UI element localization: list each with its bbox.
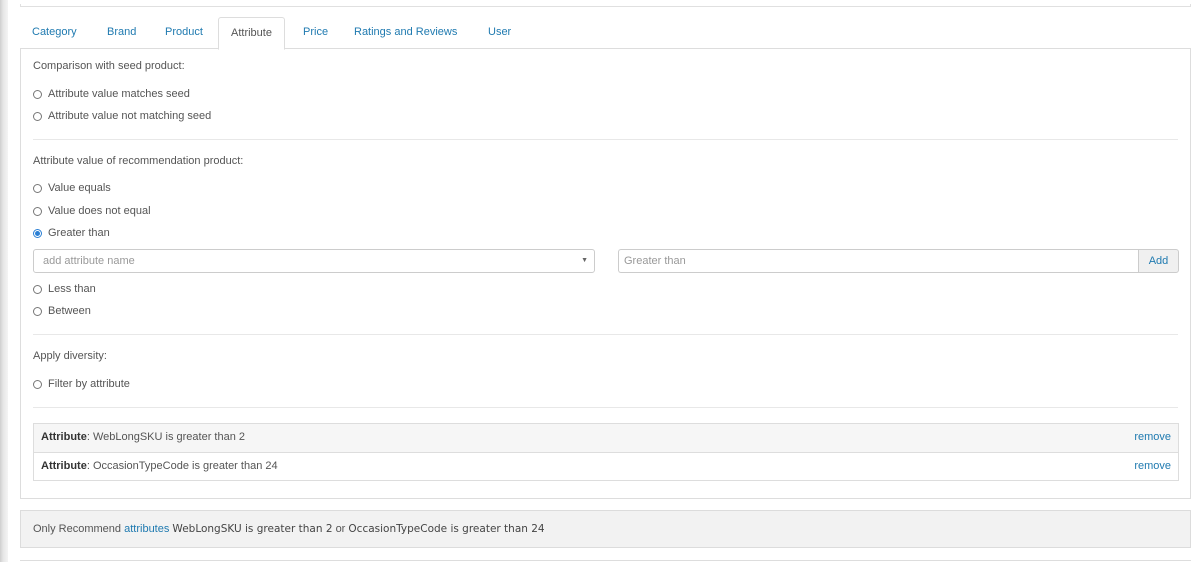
remove-link[interactable]: remove (1134, 424, 1171, 451)
radio-attribute-not-matching-seed[interactable]: Attribute value not matching seed (33, 108, 211, 124)
radio-button[interactable] (33, 206, 42, 216)
tab-user[interactable]: User (476, 17, 523, 49)
rule-type-label: Attribute (41, 431, 87, 443)
diversity-heading: Apply diversity: (33, 350, 107, 362)
section-divider (33, 334, 1178, 335)
recommendation-summary: Only Recommend attributes WebLongSKU is … (20, 510, 1191, 548)
summary-joiner: or (335, 523, 346, 535)
radio-between[interactable]: Between (33, 303, 91, 319)
radio-value-not-equal[interactable]: Value does not equal (33, 203, 151, 219)
rule-type-label: Attribute (41, 460, 87, 472)
tab-ratings-and-reviews[interactable]: Ratings and Reviews (342, 17, 469, 49)
radio-button[interactable] (33, 111, 42, 121)
tab-brand[interactable]: Brand (95, 17, 148, 49)
radio-attribute-matches-seed[interactable]: Attribute value matches seed (33, 86, 190, 102)
radio-button[interactable] (33, 89, 42, 99)
radio-value-equals[interactable]: Value equals (33, 180, 111, 196)
radio-label: Attribute value matches seed (48, 88, 190, 100)
select-placeholder: add attribute name (43, 255, 135, 267)
radio-label: Value does not equal (48, 205, 151, 217)
section-divider (33, 407, 1178, 408)
tab-price[interactable]: Price (291, 17, 340, 49)
tab-product[interactable]: Product (153, 17, 215, 49)
summary-lead: Only Recommend (33, 523, 122, 535)
radio-label: Attribute value not matching seed (48, 110, 212, 122)
rule-text: : OccasionTypeCode is greater than 24 (86, 460, 278, 472)
radio-less-than[interactable]: Less than (33, 281, 96, 297)
radio-greater-than[interactable]: Greater than (33, 225, 110, 241)
radio-button[interactable] (33, 306, 42, 316)
section-divider (33, 139, 1178, 140)
bottom-divider (20, 560, 1191, 561)
attribute-name-select[interactable]: add attribute name ▼ (33, 249, 595, 273)
radio-button[interactable] (33, 379, 42, 389)
tab-attribute[interactable]: Attribute (218, 17, 285, 50)
attributes-link[interactable]: attributes (124, 523, 169, 535)
window-edge (0, 0, 8, 562)
radio-label: Between (48, 305, 91, 317)
greater-than-input[interactable]: Greater than (618, 249, 1139, 273)
radio-label: Greater than (48, 227, 110, 239)
input-placeholder: Greater than (624, 255, 686, 267)
list-item: Attribute: OccasionTypeCode is greater t… (34, 452, 1178, 480)
recommendation-value-heading: Attribute value of recommendation produc… (33, 155, 244, 167)
tab-bar: Category Brand Product Attribute Price R… (20, 17, 1191, 50)
seed-comparison-heading: Comparison with seed product: (33, 60, 185, 72)
remove-link[interactable]: remove (1134, 453, 1171, 480)
attribute-rules-list: Attribute: WebLongSKU is greater than 2 … (33, 423, 1179, 481)
radio-button-selected[interactable] (33, 228, 42, 238)
summary-condition: WebLongSKU is greater than 2 (172, 523, 333, 535)
chevron-down-icon: ▼ (581, 257, 588, 264)
attribute-panel: Comparison with seed product: Attribute … (20, 48, 1191, 499)
radio-button[interactable] (33, 183, 42, 193)
add-button[interactable]: Add (1138, 249, 1179, 273)
radio-label: Less than (48, 283, 96, 295)
top-divider (20, 4, 1191, 7)
rule-text: : WebLongSKU is greater than 2 (86, 431, 245, 443)
list-item: Attribute: WebLongSKU is greater than 2 … (34, 424, 1178, 452)
radio-label: Filter by attribute (48, 378, 130, 390)
radio-label: Value equals (48, 182, 111, 194)
tab-category[interactable]: Category (20, 17, 89, 49)
summary-condition: OccasionTypeCode is greater than 24 (348, 523, 545, 535)
radio-filter-by-attribute[interactable]: Filter by attribute (33, 376, 130, 392)
radio-button[interactable] (33, 284, 42, 294)
